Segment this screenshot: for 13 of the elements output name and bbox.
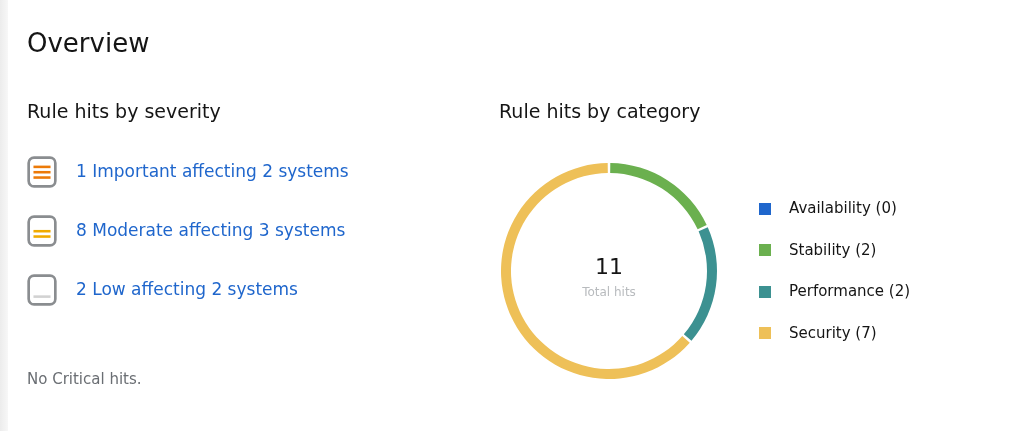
severity-link[interactable]: 8 Moderate affecting 3 systems xyxy=(76,218,346,244)
severity-link[interactable]: 1 Important affecting 2 systems xyxy=(76,159,349,185)
section-heading: Rule hits by severity xyxy=(27,100,222,123)
legend-label: Security (7) xyxy=(789,323,877,344)
legend-label: Stability (2) xyxy=(789,240,877,261)
note-text: No Critical hits. xyxy=(27,369,143,390)
section-heading: Rule hits by category xyxy=(499,100,702,123)
severity-link[interactable]: 2 Low affecting 2 systems xyxy=(76,277,298,303)
legend-label: Performance (2) xyxy=(789,281,911,303)
page-title: Overview xyxy=(27,28,151,60)
legend-label: Availability (0) xyxy=(789,198,897,220)
total-count: 11 xyxy=(595,254,623,279)
total-label: Total hits xyxy=(582,285,636,299)
